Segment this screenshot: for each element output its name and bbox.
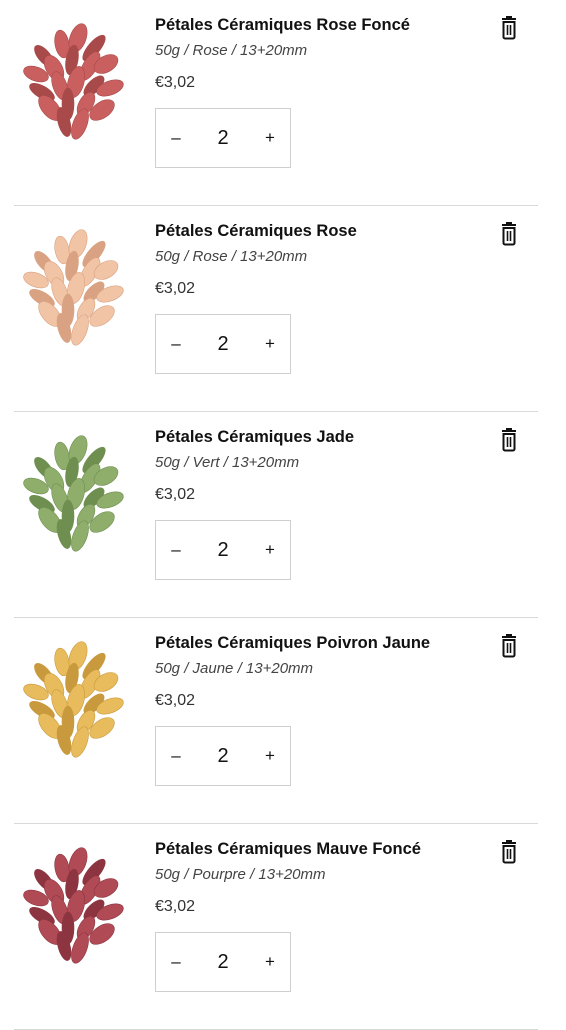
product-image[interactable] xyxy=(14,16,126,146)
product-price: €3,02 xyxy=(155,280,196,297)
product-variant: 50g / Jaune / 13+20mm xyxy=(155,660,314,677)
product-image[interactable] xyxy=(14,634,126,764)
cart-item-list: Pétales Céramiques Rose Foncé 50g / Rose… xyxy=(0,0,566,1030)
remove-item-button[interactable] xyxy=(498,222,520,246)
quantity-stepper: – 2 + xyxy=(155,726,291,786)
increment-button[interactable]: + xyxy=(250,933,290,991)
increment-button[interactable]: + xyxy=(250,521,290,579)
cart-item: Pétales Céramiques Rose Foncé 50g / Rose… xyxy=(14,0,538,206)
decrement-button[interactable]: – xyxy=(156,933,196,991)
quantity-stepper: – 2 + xyxy=(155,314,291,374)
trash-icon xyxy=(502,16,516,40)
product-price: €3,02 xyxy=(155,74,196,91)
product-info: Pétales Céramiques Mauve Foncé 50g / Pou… xyxy=(155,838,495,918)
trash-icon xyxy=(502,840,516,864)
remove-item-button[interactable] xyxy=(498,428,520,452)
cart-item: Pétales Céramiques Poivron Jaune 50g / J… xyxy=(14,618,538,824)
quantity-value[interactable]: 2 xyxy=(196,951,250,974)
petal-cluster-icon xyxy=(23,229,124,346)
product-title[interactable]: Pétales Céramiques Poivron Jaune xyxy=(155,632,495,654)
product-price: €3,02 xyxy=(155,692,196,709)
trash-icon xyxy=(502,428,516,452)
quantity-value[interactable]: 2 xyxy=(196,539,250,562)
decrement-button[interactable]: – xyxy=(156,521,196,579)
product-title[interactable]: Pétales Céramiques Mauve Foncé xyxy=(155,838,495,860)
product-title[interactable]: Pétales Céramiques Rose Foncé xyxy=(155,14,495,36)
trash-icon xyxy=(502,634,516,658)
product-variant: 50g / Rose / 13+20mm xyxy=(155,248,308,265)
product-price: €3,02 xyxy=(155,486,196,503)
quantity-value[interactable]: 2 xyxy=(196,745,250,768)
petal-cluster-icon xyxy=(23,435,124,552)
quantity-stepper: – 2 + xyxy=(155,932,291,992)
quantity-value[interactable]: 2 xyxy=(196,333,250,356)
product-info: Pétales Céramiques Rose 50g / Rose / 13+… xyxy=(155,220,495,300)
product-title[interactable]: Pétales Céramiques Rose xyxy=(155,220,495,242)
remove-item-button[interactable] xyxy=(498,16,520,40)
cart-item: Pétales Céramiques Jade 50g / Vert / 13+… xyxy=(14,412,538,618)
product-info: Pétales Céramiques Rose Foncé 50g / Rose… xyxy=(155,14,495,94)
remove-item-button[interactable] xyxy=(498,634,520,658)
quantity-value[interactable]: 2 xyxy=(196,127,250,150)
product-price: €3,02 xyxy=(155,898,196,915)
quantity-stepper: – 2 + xyxy=(155,520,291,580)
increment-button[interactable]: + xyxy=(250,109,290,167)
remove-item-button[interactable] xyxy=(498,840,520,864)
quantity-stepper: – 2 + xyxy=(155,108,291,168)
product-variant: 50g / Vert / 13+20mm xyxy=(155,454,300,471)
product-title[interactable]: Pétales Céramiques Jade xyxy=(155,426,495,448)
product-image[interactable] xyxy=(14,222,126,352)
product-image[interactable] xyxy=(14,840,126,970)
petal-cluster-icon xyxy=(23,23,124,140)
product-variant: 50g / Pourpre / 13+20mm xyxy=(155,866,326,883)
decrement-button[interactable]: – xyxy=(156,109,196,167)
product-image[interactable] xyxy=(14,428,126,558)
petal-cluster-icon xyxy=(23,847,124,964)
cart-item: Pétales Céramiques Mauve Foncé 50g / Pou… xyxy=(14,824,538,1030)
petal-cluster-icon xyxy=(23,641,124,758)
decrement-button[interactable]: – xyxy=(156,315,196,373)
cart-item: Pétales Céramiques Rose 50g / Rose / 13+… xyxy=(14,206,538,412)
product-variant: 50g / Rose / 13+20mm xyxy=(155,42,308,59)
trash-icon xyxy=(502,222,516,246)
increment-button[interactable]: + xyxy=(250,315,290,373)
decrement-button[interactable]: – xyxy=(156,727,196,785)
increment-button[interactable]: + xyxy=(250,727,290,785)
product-info: Pétales Céramiques Poivron Jaune 50g / J… xyxy=(155,632,495,712)
product-info: Pétales Céramiques Jade 50g / Vert / 13+… xyxy=(155,426,495,506)
